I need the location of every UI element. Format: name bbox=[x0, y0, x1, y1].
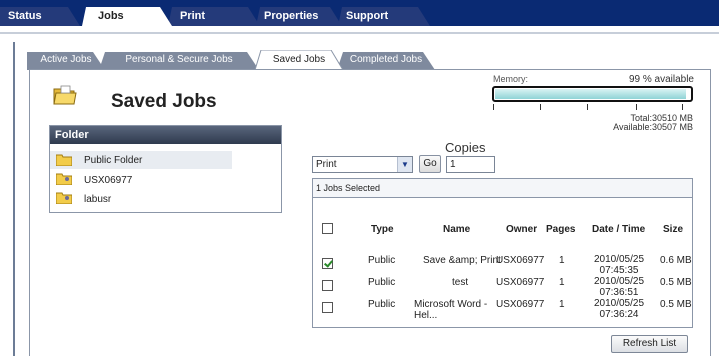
job-size: 0.5 MB bbox=[660, 277, 692, 288]
selected-count: 1 Jobs Selected bbox=[313, 179, 692, 198]
job-action-select[interactable]: Print ▼ bbox=[312, 156, 413, 173]
select-all-checkbox[interactable] bbox=[322, 223, 333, 234]
folder-item-usx06977[interactable] bbox=[50, 171, 250, 189]
gauge-tick bbox=[493, 104, 494, 110]
user-folder-icon bbox=[56, 173, 72, 185]
job-owner: USX06977 bbox=[496, 255, 545, 266]
row-checkbox[interactable] bbox=[322, 280, 333, 291]
gauge-tick bbox=[540, 104, 541, 110]
chevron-down-icon[interactable]: ▼ bbox=[397, 157, 412, 172]
job-owner: USX06977 bbox=[496, 277, 545, 288]
memory-available: Available:30507 MB bbox=[613, 122, 693, 132]
column-header-type[interactable]: Type bbox=[371, 224, 394, 235]
sub-tab-bar: Active Jobs Personal & Secure Jobs Compl… bbox=[17, 50, 717, 70]
folder-icon bbox=[56, 154, 72, 166]
job-action-value: Print bbox=[316, 159, 337, 170]
job-pages: 1 bbox=[559, 255, 565, 266]
gauge-tick bbox=[636, 104, 637, 110]
job-name[interactable]: test bbox=[452, 277, 468, 288]
tab-support-label: Support bbox=[346, 10, 389, 22]
job-pages: 1 bbox=[559, 299, 565, 310]
tab-print-label: Print bbox=[180, 10, 206, 22]
job-size: 0.6 MB bbox=[660, 255, 692, 266]
job-name[interactable]: Save &amp; Print bbox=[423, 255, 501, 266]
column-header-name[interactable]: Name bbox=[443, 224, 470, 235]
tab-saved-jobs[interactable]: Saved Jobs bbox=[255, 50, 343, 70]
column-header-pages[interactable]: Pages bbox=[546, 224, 575, 235]
job-pages: 1 bbox=[559, 277, 565, 288]
gauge-tick bbox=[682, 104, 683, 110]
tab-saved-jobs-label: Saved Jobs bbox=[272, 54, 326, 65]
refresh-list-button[interactable]: Refresh List bbox=[611, 335, 688, 353]
column-header-datetime[interactable]: Date / Time bbox=[592, 224, 645, 235]
job-type: Public bbox=[368, 255, 396, 266]
copies-input[interactable]: 1 bbox=[446, 156, 495, 173]
tab-print[interactable]: Print bbox=[168, 7, 260, 26]
memory-gauge-fill bbox=[495, 89, 687, 99]
user-folder-icon bbox=[56, 192, 72, 204]
folder-item-label: Public Folder bbox=[84, 155, 143, 166]
tab-status-label: Status bbox=[8, 10, 42, 22]
column-header-owner[interactable]: Owner bbox=[506, 224, 537, 235]
column-header-size[interactable]: Size bbox=[663, 224, 683, 235]
job-date: 2010/05/25 bbox=[593, 298, 645, 309]
job-date: 2010/05/25 bbox=[593, 276, 645, 287]
job-type: Public bbox=[368, 277, 396, 288]
tab-completed-jobs[interactable]: Completed Jobs bbox=[337, 50, 435, 70]
go-button[interactable]: Go bbox=[419, 155, 441, 173]
job-type: Public bbox=[368, 299, 396, 310]
tab-support[interactable]: Support bbox=[338, 7, 430, 26]
tab-completed-jobs-label: Completed Jobs bbox=[349, 54, 423, 65]
folder-item-label: USX06977 bbox=[84, 175, 133, 186]
memory-available-percent: 99 % available bbox=[628, 74, 694, 85]
tab-status[interactable]: Status bbox=[0, 7, 80, 26]
tab-personal-secure-jobs-label: Personal & Secure Jobs bbox=[125, 54, 233, 65]
folder-item-label: labusr bbox=[84, 194, 112, 205]
nav-divider bbox=[0, 26, 719, 34]
memory-gauge bbox=[492, 86, 693, 102]
folder-item-labusr[interactable] bbox=[50, 190, 250, 208]
job-time: 07:45:35 bbox=[599, 265, 639, 276]
row-checkbox[interactable] bbox=[322, 258, 333, 269]
job-time: 07:36:51 bbox=[599, 287, 639, 298]
tab-properties[interactable]: Properties bbox=[256, 7, 342, 26]
tab-jobs-label: Jobs bbox=[98, 10, 124, 22]
job-time: 07:36:24 bbox=[599, 309, 639, 320]
tab-properties-label: Properties bbox=[264, 10, 319, 22]
page-title: Saved Jobs bbox=[111, 91, 217, 112]
tab-jobs[interactable]: Jobs bbox=[82, 7, 172, 26]
folder-panel-header: Folder bbox=[50, 126, 281, 144]
job-date: 2010/05/25 bbox=[593, 254, 645, 265]
copies-label: Copies bbox=[445, 140, 486, 155]
row-checkbox[interactable] bbox=[322, 302, 333, 313]
job-size: 0.5 MB bbox=[660, 299, 692, 310]
job-owner: USX06977 bbox=[496, 299, 545, 310]
tab-personal-secure-jobs[interactable]: Personal & Secure Jobs bbox=[99, 50, 259, 70]
job-name[interactable]: Microsoft Word - Hel... bbox=[414, 299, 494, 321]
saved-jobs-folder-icon bbox=[53, 85, 77, 105]
tab-active-jobs-label: Active Jobs bbox=[40, 54, 92, 65]
tab-active-jobs[interactable]: Active Jobs bbox=[27, 50, 105, 70]
gauge-tick bbox=[587, 104, 588, 110]
memory-label: Memory: bbox=[493, 74, 529, 84]
